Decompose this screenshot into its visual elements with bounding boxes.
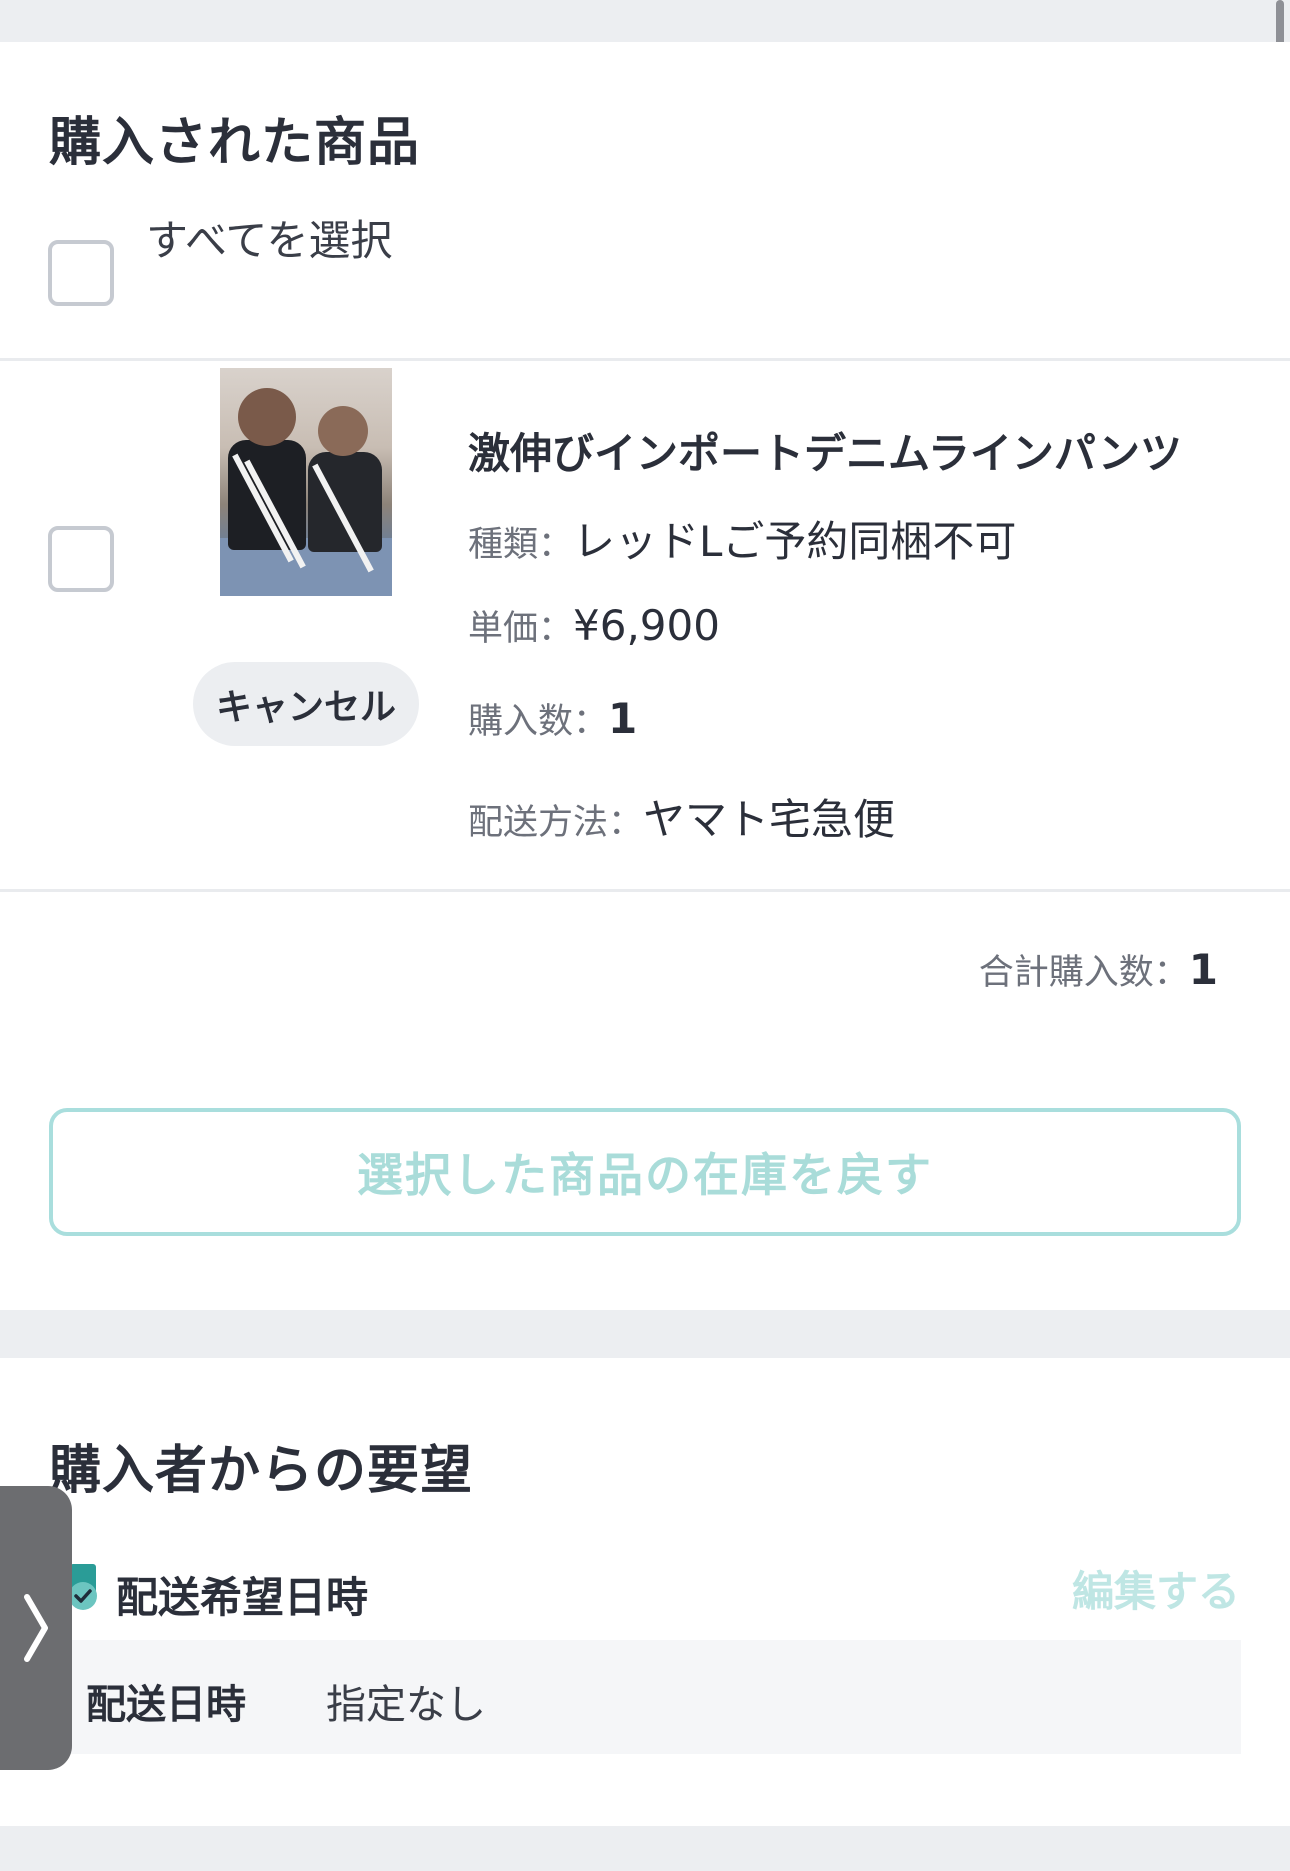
divider <box>0 889 1290 892</box>
buyer-requests-title: 購入者からの要望 <box>49 1441 474 1501</box>
variant-key: 種類： <box>468 525 574 565</box>
divider <box>0 358 1290 361</box>
total-quantity-key: 合計購入数： <box>978 953 1189 993</box>
product-name[interactable]: 激伸びインポートデニムラインパンツ <box>468 420 1182 481</box>
select-all-checkbox[interactable] <box>48 240 114 306</box>
variant-value: レッドLご予約同梱不可 <box>573 517 1017 566</box>
variant-row: 種類：レッドLご予約同梱不可 <box>468 508 1016 569</box>
restock-selected-button[interactable]: 選択した商品の在庫を戻す <box>49 1108 1241 1236</box>
shipping-method-row: 配送方法：ヤマト宅急便 <box>468 786 895 847</box>
shipping-method-value: ヤマト宅急便 <box>643 795 896 844</box>
purchased-products-title: 購入された商品 <box>49 113 421 173</box>
delivery-datetime-value: 指定なし <box>326 1682 486 1728</box>
quantity-key: 購入数： <box>468 702 609 742</box>
shipping-method-key: 配送方法： <box>468 803 644 843</box>
quantity-row: 購入数：1 <box>468 693 637 744</box>
price-value: ¥6,900 <box>573 601 720 650</box>
delivery-preference-title: 配送希望日時 <box>116 1573 369 1622</box>
total-quantity: 合計購入数：1 <box>979 944 1218 995</box>
side-drawer-tab[interactable] <box>0 1486 72 1770</box>
chevron-right-icon <box>24 1594 48 1662</box>
price-row: 単価：¥6,900 <box>468 600 720 651</box>
edit-button[interactable]: 編集する <box>1072 1558 1240 1619</box>
select-all-label: すべてを選択 <box>146 216 393 265</box>
total-quantity-value: 1 <box>1188 945 1218 994</box>
quantity-value: 1 <box>608 694 638 743</box>
delivery-datetime-label: 配送日時 <box>86 1682 246 1728</box>
cancel-button[interactable]: キャンセル <box>193 662 419 746</box>
price-key: 単価： <box>468 609 574 649</box>
product-thumbnail[interactable] <box>220 368 392 596</box>
item-checkbox[interactable] <box>48 526 114 592</box>
